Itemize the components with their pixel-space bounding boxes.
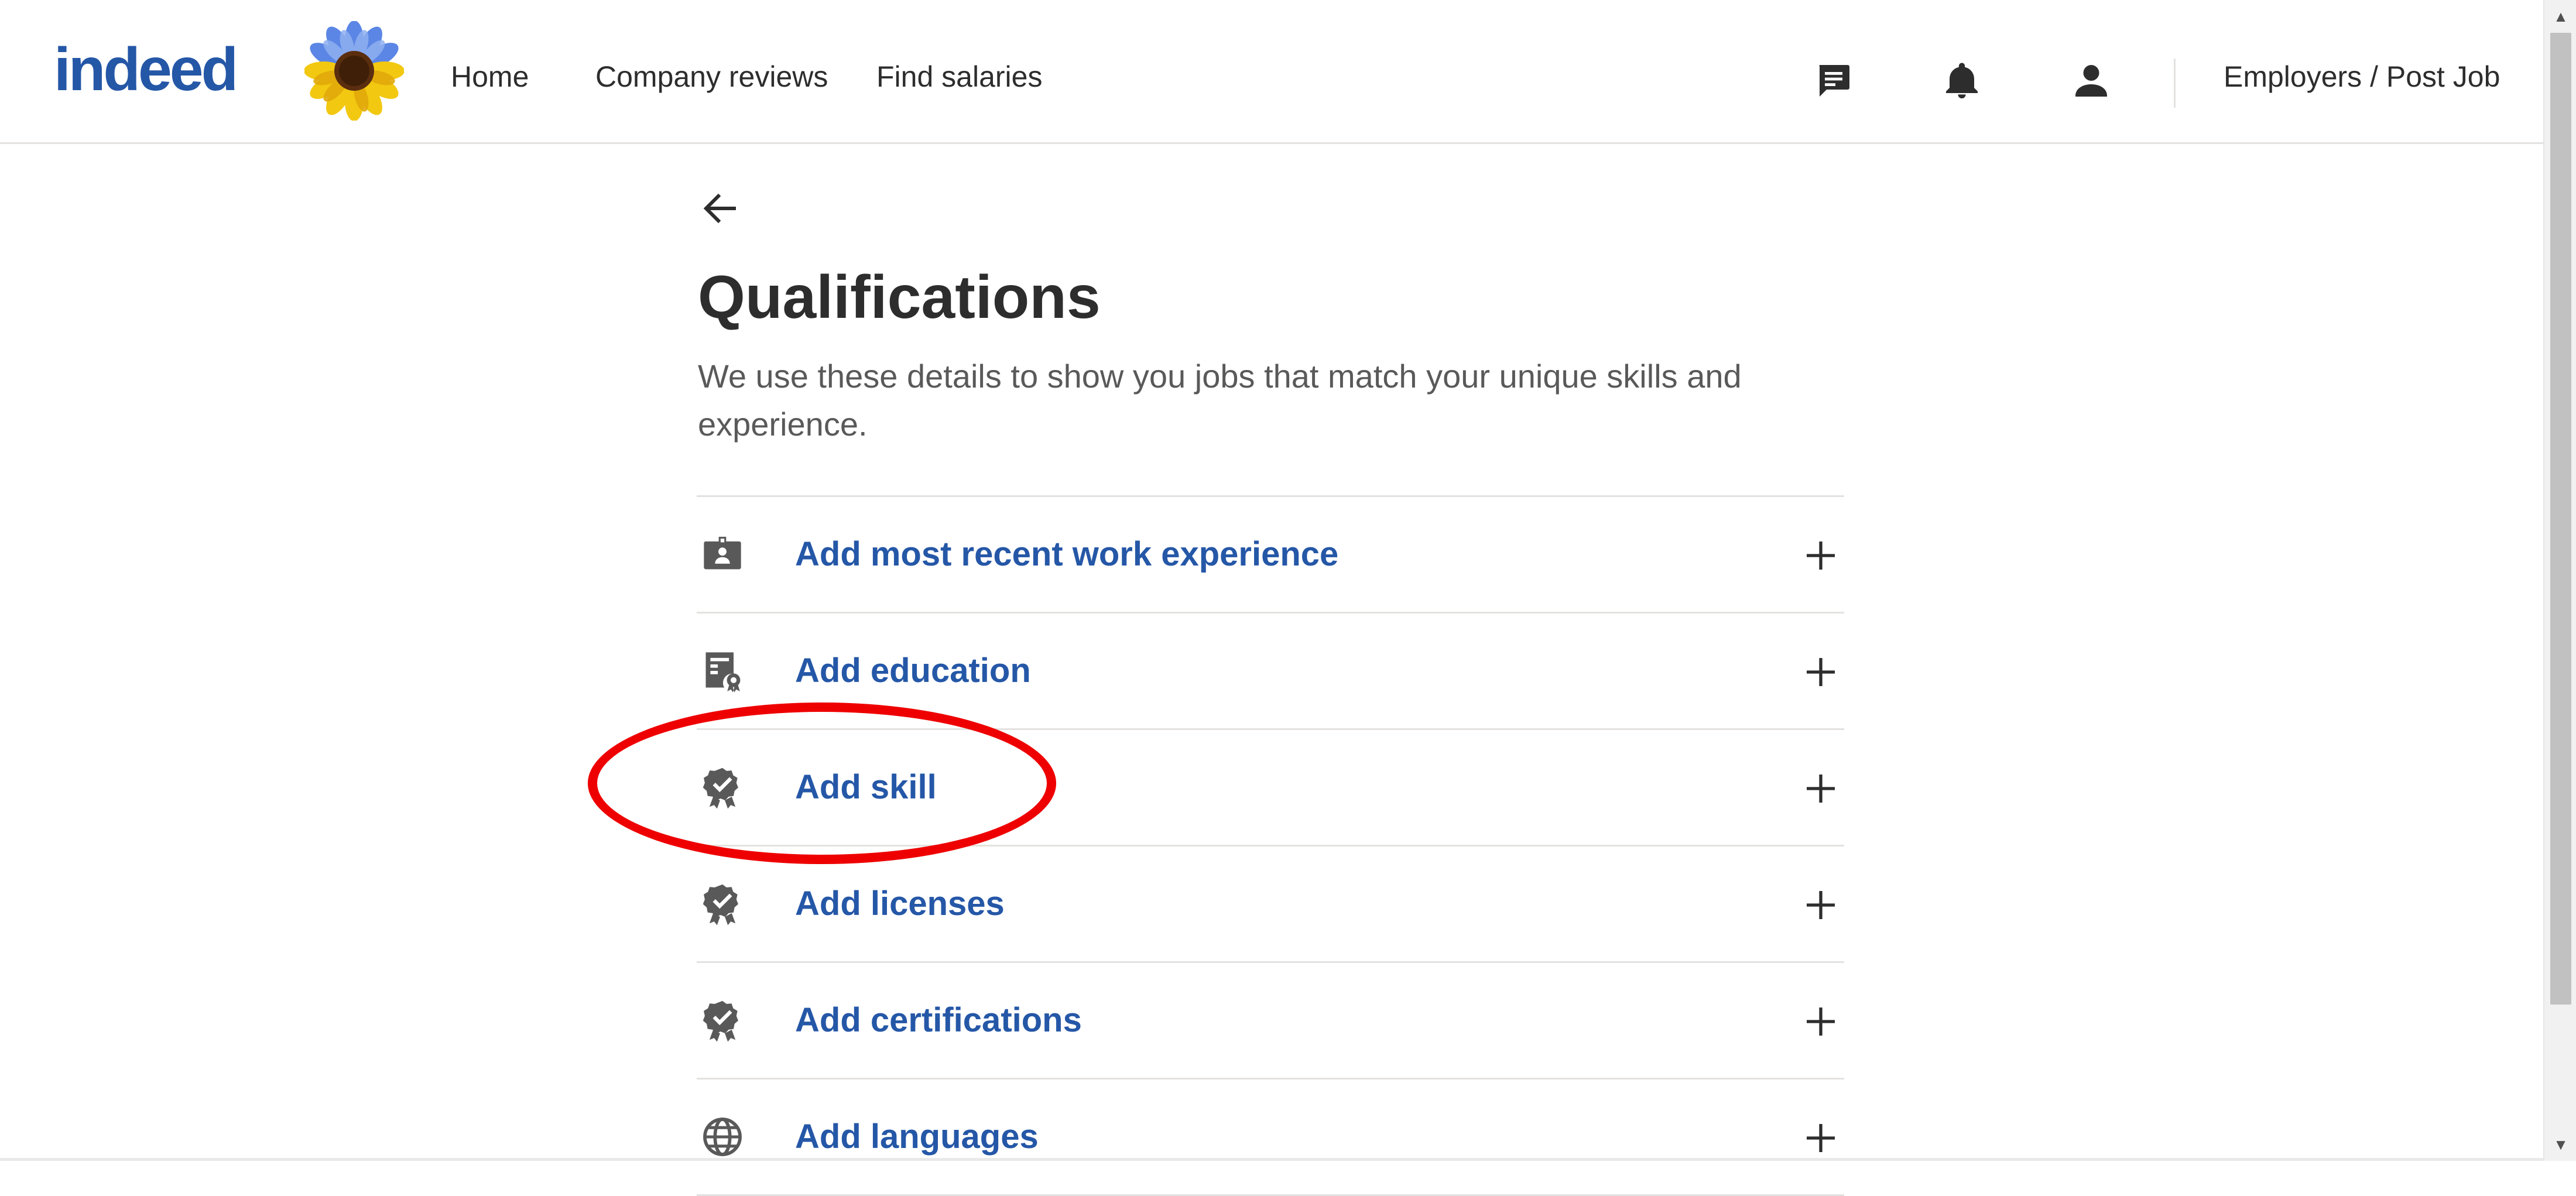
- award-badge-icon: [699, 880, 746, 927]
- nav-home-link[interactable]: Home: [451, 62, 529, 91]
- add-education-item[interactable]: Add education: [697, 614, 1844, 730]
- award-badge-icon: [699, 764, 746, 811]
- add-languages-item[interactable]: Add languages: [697, 1080, 1844, 1196]
- window-bottom-edge: [0, 1158, 2543, 1161]
- work-badge-icon: [699, 531, 746, 578]
- logo-text: indeed: [54, 36, 238, 104]
- plus-icon[interactable]: [1797, 998, 1844, 1045]
- plus-icon[interactable]: [1797, 1115, 1844, 1161]
- profile-icon[interactable]: [2069, 59, 2113, 103]
- plus-icon[interactable]: [1797, 649, 1844, 695]
- page-description: We use these details to show you jobs th…: [698, 358, 1742, 443]
- notifications-bell-icon[interactable]: [1940, 59, 1984, 103]
- nav-find-salaries-link[interactable]: Find salaries: [876, 62, 1042, 91]
- indeed-logo[interactable]: indeed: [54, 32, 270, 108]
- scroll-down-arrow-icon[interactable]: ▼: [2544, 1128, 2576, 1161]
- globe-icon: [699, 1113, 746, 1160]
- page-title: Qualifications: [698, 263, 1101, 331]
- scroll-up-arrow-icon[interactable]: ▲: [2544, 0, 2576, 33]
- add-languages-label: Add languages: [795, 1118, 1039, 1156]
- sunflower-icon: [304, 20, 405, 121]
- site-header: indeed Home Company reviews Find salarie…: [0, 0, 2543, 144]
- plus-icon[interactable]: [1797, 882, 1844, 928]
- plus-icon[interactable]: [1797, 532, 1844, 579]
- add-certifications-item[interactable]: Add certifications: [697, 963, 1844, 1080]
- vertical-scrollbar[interactable]: ▲ ▼: [2543, 0, 2576, 1161]
- add-licenses-label: Add licenses: [795, 885, 1005, 923]
- nav-company-reviews-link[interactable]: Company reviews: [595, 62, 828, 91]
- add-skill-item[interactable]: Add skill: [697, 730, 1844, 847]
- plus-icon[interactable]: [1797, 765, 1844, 812]
- add-work-experience-item[interactable]: Add most recent work experience: [697, 497, 1844, 614]
- back-arrow-icon[interactable]: [697, 185, 744, 232]
- add-certifications-label: Add certifications: [795, 1001, 1082, 1039]
- add-education-label: Add education: [795, 652, 1031, 690]
- qualifications-list: Add most recent work experience Add educ…: [697, 495, 1844, 1196]
- add-skill-label: Add skill: [795, 768, 937, 806]
- add-licenses-item[interactable]: Add licenses: [697, 847, 1844, 963]
- award-badge-icon: [699, 997, 746, 1044]
- add-work-experience-label: Add most recent work experience: [795, 535, 1339, 573]
- employers-post-job-link[interactable]: Employers / Post Job: [2224, 62, 2500, 91]
- education-document-icon: [699, 647, 746, 694]
- header-divider: [2174, 59, 2176, 108]
- scrollbar-thumb[interactable]: [2550, 33, 2571, 1005]
- messages-icon[interactable]: [1811, 59, 1856, 103]
